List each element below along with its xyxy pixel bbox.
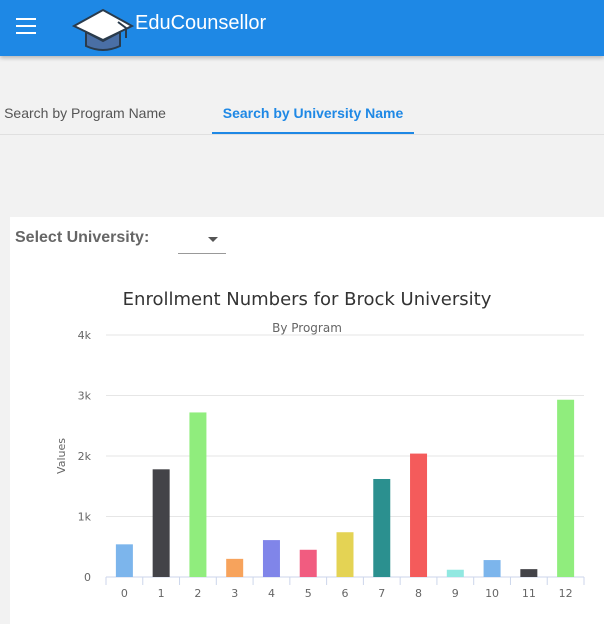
bar bbox=[410, 453, 428, 577]
x-tick-label: 1 bbox=[158, 587, 165, 600]
x-tick-label: 5 bbox=[305, 587, 312, 600]
x-tick-label: 12 bbox=[559, 587, 573, 600]
x-tick-label: 6 bbox=[342, 587, 349, 600]
search-tabs: Search by Program Name Search by Univers… bbox=[0, 92, 604, 135]
tab-search-by-university[interactable]: Search by University Name bbox=[212, 92, 414, 134]
y-tick-label: 3k bbox=[78, 390, 92, 403]
bar bbox=[115, 544, 133, 577]
bar bbox=[520, 569, 538, 577]
bar bbox=[373, 478, 391, 577]
y-tick-label: 0 bbox=[84, 571, 91, 584]
x-tick-label: 11 bbox=[522, 587, 536, 600]
x-tick-label: 10 bbox=[485, 587, 499, 600]
tab-search-by-program[interactable]: Search by Program Name bbox=[0, 92, 170, 132]
y-tick-label: 1k bbox=[78, 511, 92, 524]
hamburger-menu-icon[interactable] bbox=[16, 18, 36, 34]
y-tick-label: 4k bbox=[78, 329, 92, 342]
x-tick-label: 0 bbox=[121, 587, 128, 600]
graduation-cap-icon bbox=[72, 8, 134, 51]
bar bbox=[262, 540, 280, 577]
chart-subtitle: By Program bbox=[272, 321, 342, 335]
y-axis-label: Values bbox=[55, 438, 68, 474]
bar bbox=[557, 399, 575, 577]
chart-card: Select University: Enrollment Numbers fo… bbox=[10, 217, 604, 624]
app-bar: EduCounsellor bbox=[0, 0, 604, 56]
dropdown-arrow-icon bbox=[208, 237, 218, 242]
x-tick-label: 8 bbox=[415, 587, 422, 600]
bar bbox=[336, 532, 354, 577]
bar bbox=[483, 560, 501, 577]
x-tick-label: 2 bbox=[194, 587, 201, 600]
bar bbox=[152, 469, 170, 577]
chart-title: Enrollment Numbers for Brock University bbox=[123, 289, 492, 310]
select-university-label: Select University: bbox=[15, 229, 150, 246]
y-tick-label: 2k bbox=[78, 450, 92, 463]
enrollment-bar-chart: Enrollment Numbers for Brock University B… bbox=[55, 289, 585, 600]
bar bbox=[189, 412, 207, 577]
bar bbox=[299, 549, 317, 577]
bar bbox=[446, 569, 464, 577]
university-select[interactable] bbox=[178, 231, 226, 254]
x-tick-label: 3 bbox=[231, 587, 238, 600]
x-tick-label: 9 bbox=[452, 587, 459, 600]
x-tick-label: 7 bbox=[378, 587, 385, 600]
app-title: EduCounsellor bbox=[135, 12, 267, 34]
bar bbox=[226, 558, 244, 577]
x-tick-label: 4 bbox=[268, 587, 275, 600]
